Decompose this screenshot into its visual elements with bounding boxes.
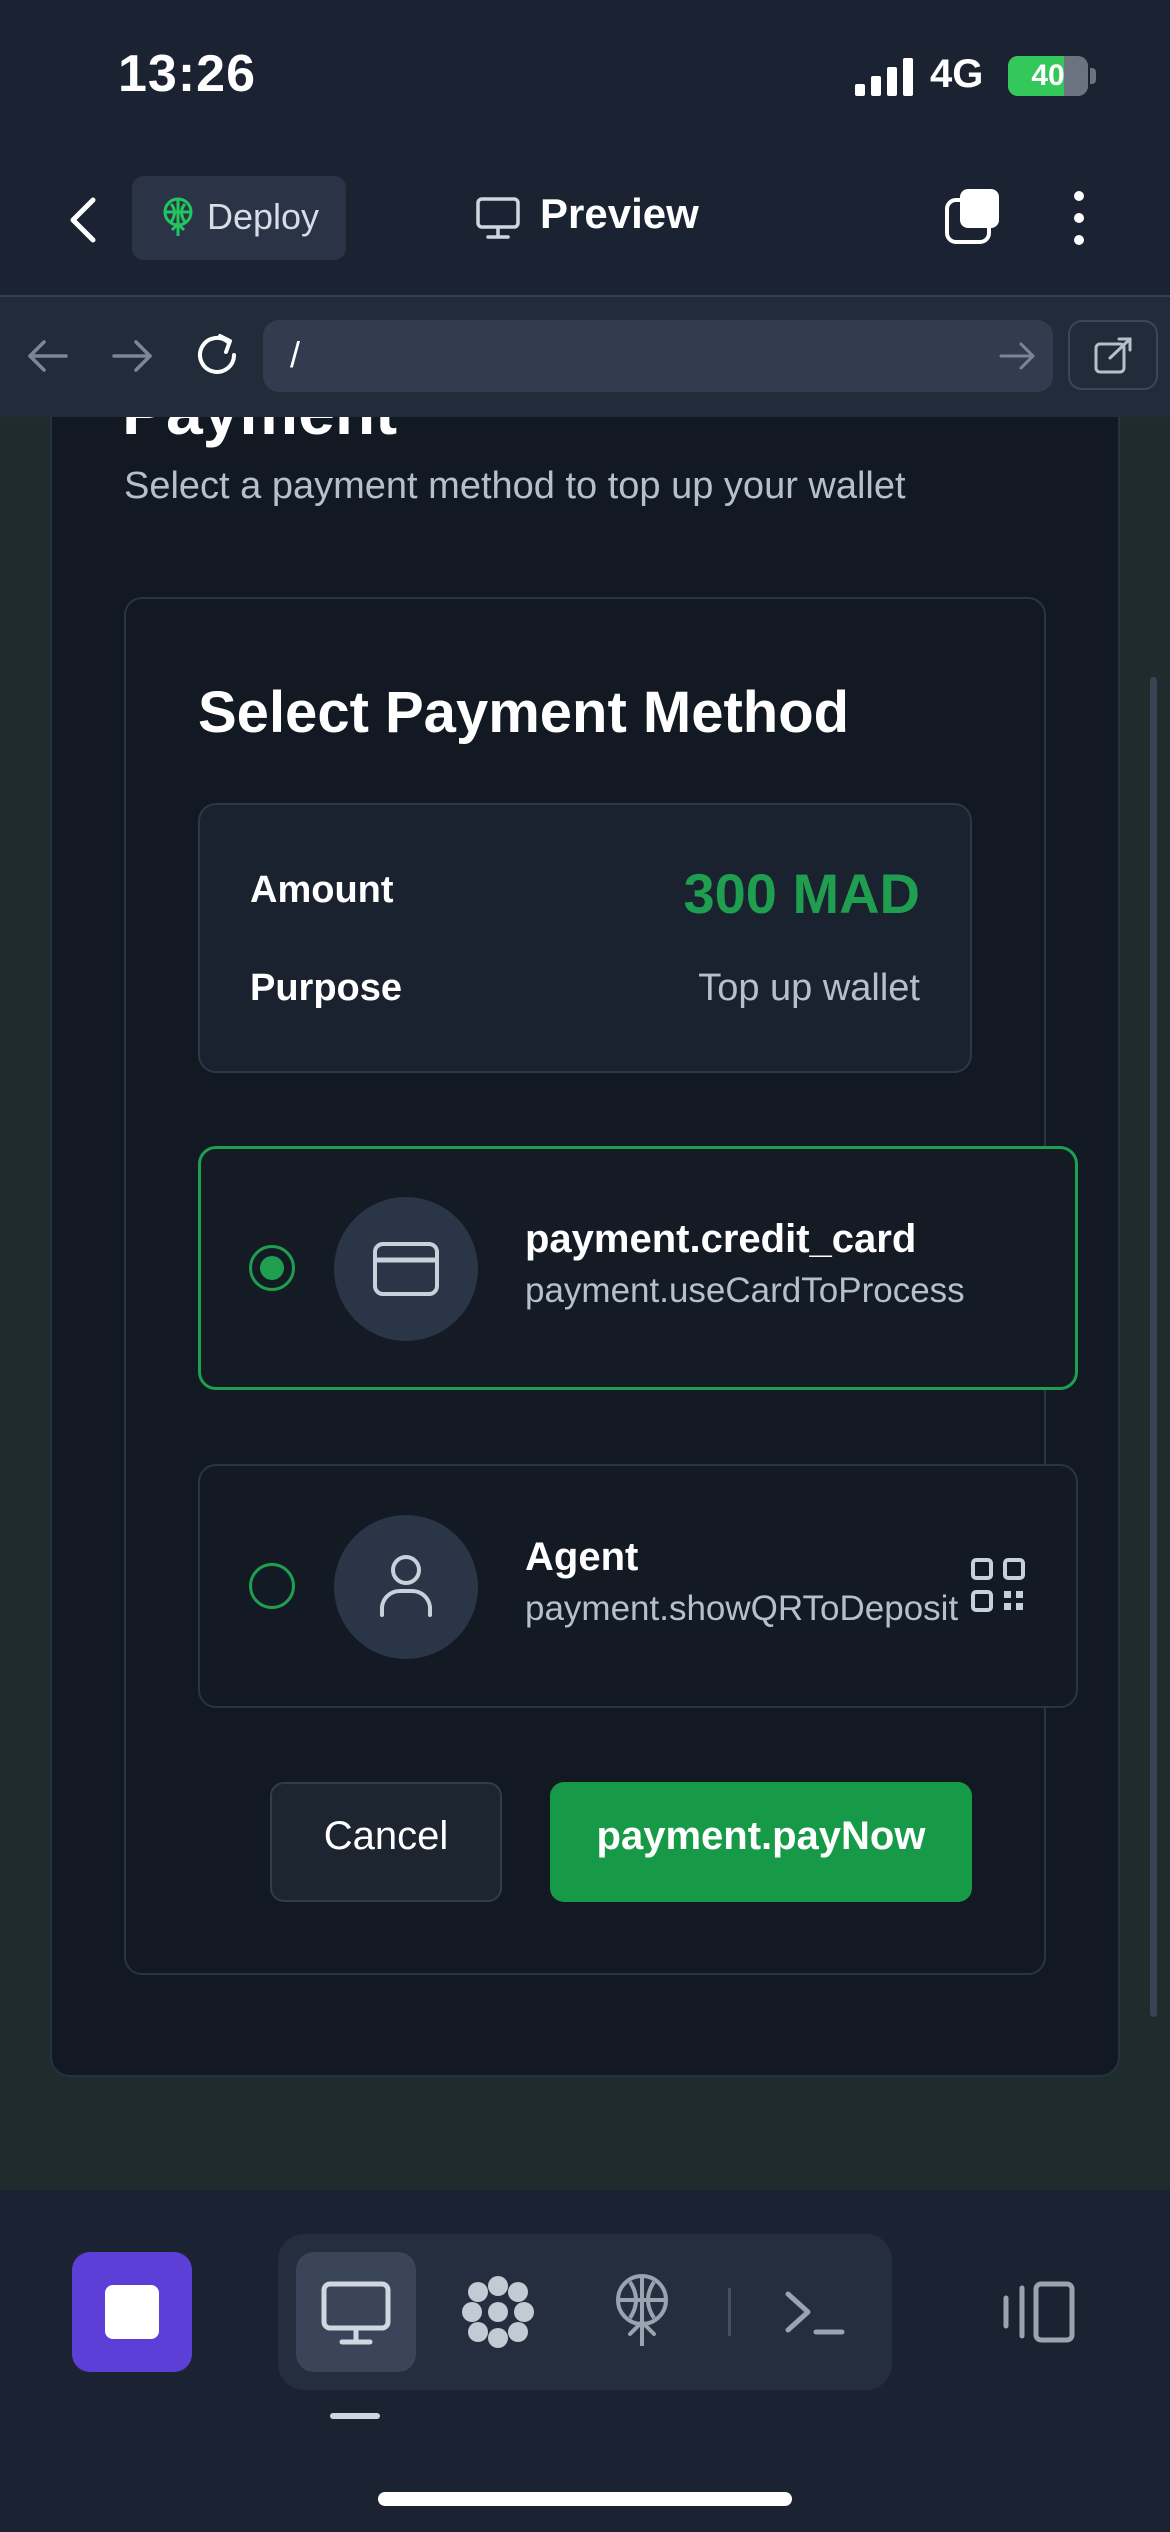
cancel-label[interactable]: Cancel xyxy=(270,1814,502,1859)
home-indicator xyxy=(378,2492,792,2506)
pay-now-label[interactable]: payment.payNow xyxy=(550,1814,972,1859)
nav-forward-icon[interactable] xyxy=(108,334,156,378)
go-arrow-icon[interactable] xyxy=(995,336,1039,376)
purpose-value: Top up wallet xyxy=(698,967,920,1009)
agent-subtitle: payment.showQRToDeposit xyxy=(525,1589,959,1628)
method-title: Select Payment Method xyxy=(198,680,850,745)
page-subtitle: Select a payment method to top up your w… xyxy=(124,465,906,507)
credit-card-icon-circle xyxy=(334,1197,478,1341)
tabs-icon[interactable] xyxy=(944,186,1002,244)
nav-back-icon[interactable] xyxy=(24,334,72,378)
agent-option[interactable] xyxy=(198,1464,1078,1708)
url-input[interactable] xyxy=(263,320,1053,392)
agent-radio[interactable] xyxy=(249,1563,295,1609)
radio-selected-dot xyxy=(260,1256,284,1280)
tool-separator xyxy=(728,2288,731,2336)
battery-tip xyxy=(1090,68,1096,84)
credit-card-subtitle: payment.useCardToProcess xyxy=(525,1271,965,1310)
agent-title: Agent xyxy=(525,1535,639,1579)
more-options-icon[interactable] xyxy=(1064,188,1094,248)
credit-card-icon xyxy=(373,1242,439,1296)
credit-card-radio[interactable] xyxy=(249,1245,295,1291)
deploy-tool-icon[interactable] xyxy=(602,2270,682,2350)
grid-apps-icon[interactable] xyxy=(458,2272,538,2352)
terminal-icon[interactable] xyxy=(774,2272,854,2352)
reload-icon[interactable] xyxy=(190,328,244,382)
open-external-button[interactable] xyxy=(1068,320,1158,390)
user-icon xyxy=(380,1555,432,1617)
battery-level: 40 xyxy=(1031,59,1065,92)
qr-code-icon xyxy=(971,1558,1025,1612)
agent-icon-circle xyxy=(334,1515,478,1659)
url-text: / xyxy=(290,334,301,375)
signal-icon xyxy=(855,58,913,96)
active-tab-indicator xyxy=(330,2413,380,2419)
deploy-icon xyxy=(163,197,193,236)
deploy-label: Deploy xyxy=(207,196,320,237)
network-type: 4G xyxy=(930,52,984,96)
payment-summary xyxy=(198,803,972,1073)
webview: Payment Select a payment method to top u… xyxy=(0,417,1170,2190)
purpose-label: Purpose xyxy=(250,967,403,1009)
external-link-icon xyxy=(1094,337,1132,374)
stop-icon xyxy=(105,2285,159,2339)
back-icon[interactable] xyxy=(55,190,115,250)
amount-value: 300 MAD xyxy=(683,862,920,925)
amount-label: Amount xyxy=(250,869,394,911)
desktop-icon[interactable] xyxy=(316,2272,396,2352)
page-title: Payment xyxy=(122,417,397,449)
preview-title[interactable]: Preview xyxy=(540,190,699,238)
scrollbar[interactable] xyxy=(1150,677,1157,2017)
panel-icon[interactable] xyxy=(1000,2280,1076,2344)
monitor-icon xyxy=(476,197,520,239)
credit-card-option[interactable] xyxy=(198,1146,1078,1390)
credit-card-title: payment.credit_card xyxy=(525,1217,917,1261)
battery-icon: 40 xyxy=(1008,56,1088,96)
stop-button[interactable] xyxy=(72,2252,192,2372)
status-time: 13:26 xyxy=(118,45,256,103)
